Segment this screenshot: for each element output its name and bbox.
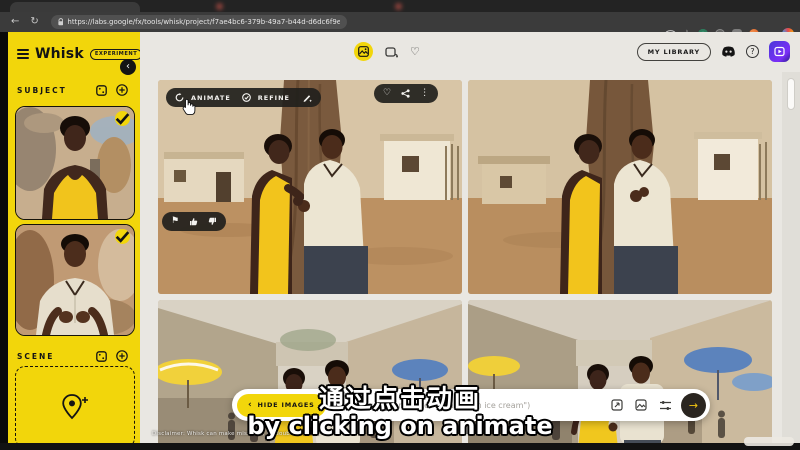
thumbs-up-icon[interactable] [189, 217, 198, 226]
image-feedback-bar: ⚑ [162, 212, 226, 231]
thumbs-down-icon[interactable] [208, 217, 217, 226]
add-subject-icon[interactable] [116, 84, 128, 96]
video-icon[interactable] [385, 46, 398, 58]
whisk-app-window: ← ↻ https://labs.google/fx/tools/whisk/p… [0, 0, 800, 450]
more-menu-icon[interactable]: ⋮ [420, 89, 429, 98]
back-icon[interactable]: ← [11, 12, 19, 32]
selected-check-icon[interactable] [115, 229, 130, 244]
generated-image-1[interactable] [158, 80, 462, 294]
edit-sparkle-icon[interactable] [302, 93, 312, 102]
video-player-strip [0, 443, 800, 450]
selected-check-icon[interactable] [115, 111, 130, 126]
subtitle-english: by clicking on animate [0, 412, 800, 440]
header-right: MY LIBRARY ? [637, 41, 790, 62]
image-icon [358, 46, 369, 57]
refine-button[interactable]: REFINE [258, 94, 290, 102]
tab-favicon [216, 3, 223, 10]
generated-image-2[interactable] [468, 80, 772, 294]
subject-label: SUBJECT [17, 86, 87, 95]
image-meta-bar: ♡ ⋮ [374, 84, 438, 103]
browser-toolbar: ← ↻ https://labs.google/fx/tools/whisk/p… [0, 12, 800, 32]
url-text: https://labs.google/fx/tools/whisk/proje… [67, 18, 339, 26]
hand-cursor [180, 98, 197, 117]
scene-label: SCENE [17, 352, 87, 361]
subject-card-woman[interactable] [15, 106, 135, 220]
favorite-heart-icon[interactable]: ♡ [383, 89, 391, 98]
app-title: Whisk [35, 46, 84, 62]
subject-card-man[interactable] [15, 224, 135, 336]
discord-icon[interactable] [721, 46, 736, 57]
refine-icon [242, 93, 251, 102]
reload-icon[interactable]: ↻ [30, 12, 38, 32]
browser-tab[interactable] [10, 2, 140, 12]
scrollbar-thumb[interactable] [787, 78, 795, 110]
tab-images[interactable] [354, 42, 373, 61]
tab-favicon [395, 3, 402, 10]
dice-icon[interactable] [96, 85, 107, 96]
hamburger-menu-icon[interactable] [17, 49, 29, 59]
help-icon[interactable]: ? [746, 45, 759, 58]
user-avatar[interactable] [769, 41, 790, 62]
flag-icon[interactable]: ⚑ [171, 217, 179, 226]
dice-icon[interactable] [96, 351, 107, 362]
favorites-heart-icon[interactable]: ♡ [410, 45, 420, 58]
experiment-badge: EXPERIMENT [90, 49, 142, 60]
sidebar-collapse-button[interactable]: ‹ [120, 59, 136, 75]
subject-section-header: SUBJECT [17, 84, 128, 96]
scene-section-header: SCENE [17, 350, 128, 362]
browser-tab-strip [0, 0, 800, 12]
share-icon[interactable] [401, 89, 410, 98]
lock-icon [58, 18, 64, 26]
address-bar[interactable]: https://labs.google/fx/tools/whisk/proje… [51, 15, 347, 29]
mode-tabs: ♡ [354, 42, 420, 61]
add-scene-icon[interactable] [116, 350, 128, 362]
my-library-button[interactable]: MY LIBRARY [637, 43, 711, 61]
subtitle-chinese: 通过点击动画 [0, 379, 800, 415]
